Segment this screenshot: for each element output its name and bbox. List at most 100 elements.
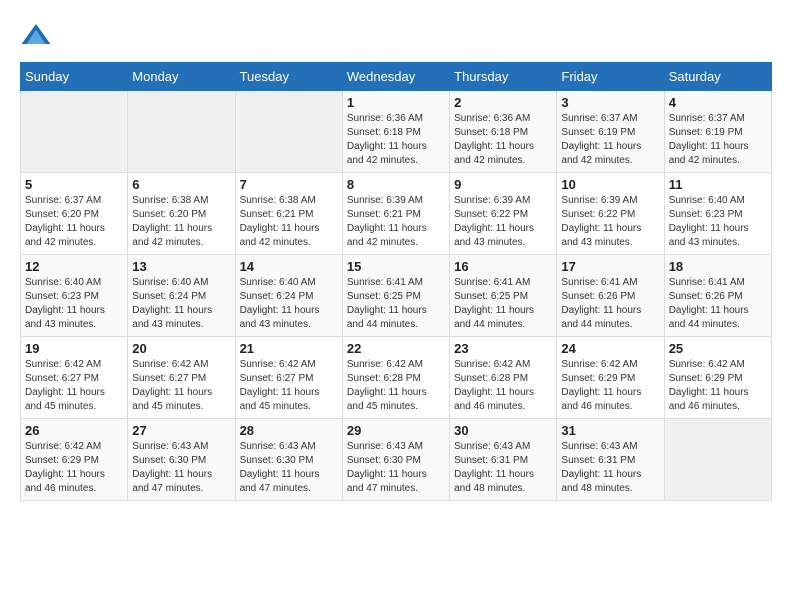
calendar-cell: 9 Sunrise: 6:39 AM Sunset: 6:22 PM Daylig… [450,173,557,255]
calendar-cell [235,91,342,173]
calendar-cell: 13 Sunrise: 6:40 AM Sunset: 6:24 PM Dayli… [128,255,235,337]
day-number: 20 [132,341,230,356]
day-number: 17 [561,259,659,274]
day-number: 3 [561,95,659,110]
day-info: Sunrise: 6:39 AM Sunset: 6:21 PM Dayligh… [347,194,445,250]
calendar-cell: 30 Sunrise: 6:43 AM Sunset: 6:31 PM Dayli… [450,419,557,501]
day-info: Sunrise: 6:37 AM Sunset: 6:20 PM Dayligh… [25,194,123,250]
weekday-header-sunday: Sunday [21,63,128,91]
day-number: 13 [132,259,230,274]
day-info: Sunrise: 6:40 AM Sunset: 6:23 PM Dayligh… [669,194,767,250]
day-number: 19 [25,341,123,356]
day-info: Sunrise: 6:41 AM Sunset: 6:25 PM Dayligh… [347,276,445,332]
weekday-header-wednesday: Wednesday [342,63,449,91]
day-number: 14 [240,259,338,274]
day-info: Sunrise: 6:40 AM Sunset: 6:24 PM Dayligh… [132,276,230,332]
calendar-cell: 23 Sunrise: 6:42 AM Sunset: 6:28 PM Dayli… [450,337,557,419]
calendar-cell: 19 Sunrise: 6:42 AM Sunset: 6:27 PM Dayli… [21,337,128,419]
calendar-week-2: 5 Sunrise: 6:37 AM Sunset: 6:20 PM Daylig… [21,173,772,255]
day-info: Sunrise: 6:41 AM Sunset: 6:26 PM Dayligh… [561,276,659,332]
day-info: Sunrise: 6:43 AM Sunset: 6:31 PM Dayligh… [454,440,552,496]
calendar-cell: 24 Sunrise: 6:42 AM Sunset: 6:29 PM Dayli… [557,337,664,419]
calendar-week-1: 1 Sunrise: 6:36 AM Sunset: 6:18 PM Daylig… [21,91,772,173]
weekday-row: SundayMondayTuesdayWednesdayThursdayFrid… [21,63,772,91]
calendar-cell: 16 Sunrise: 6:41 AM Sunset: 6:25 PM Dayli… [450,255,557,337]
weekday-header-tuesday: Tuesday [235,63,342,91]
day-number: 24 [561,341,659,356]
day-info: Sunrise: 6:37 AM Sunset: 6:19 PM Dayligh… [669,112,767,168]
calendar-cell: 6Sunrise: 6:38 AM Sunset: 6:20 PM Daylig… [128,173,235,255]
day-number: 22 [347,341,445,356]
calendar-week-3: 12Sunrise: 6:40 AM Sunset: 6:23 PM Dayli… [21,255,772,337]
calendar-cell: 26Sunrise: 6:42 AM Sunset: 6:29 PM Dayli… [21,419,128,501]
calendar-cell: 10 Sunrise: 6:39 AM Sunset: 6:22 PM Dayli… [557,173,664,255]
day-info: Sunrise: 6:37 AM Sunset: 6:19 PM Dayligh… [561,112,659,168]
day-number: 21 [240,341,338,356]
day-number: 5 [25,177,123,192]
calendar-table: SundayMondayTuesdayWednesdayThursdayFrid… [20,62,772,501]
weekday-header-thursday: Thursday [450,63,557,91]
day-info: Sunrise: 6:42 AM Sunset: 6:28 PM Dayligh… [454,358,552,414]
day-number: 4 [669,95,767,110]
day-number: 28 [240,423,338,438]
day-number: 10 [561,177,659,192]
calendar-cell: 21 Sunrise: 6:42 AM Sunset: 6:27 PM Dayli… [235,337,342,419]
logo [20,20,56,52]
day-number: 26 [25,423,123,438]
calendar-cell: 3 Sunrise: 6:37 AM Sunset: 6:19 PM Daylig… [557,91,664,173]
day-info: Sunrise: 6:43 AM Sunset: 6:31 PM Dayligh… [561,440,659,496]
day-info: Sunrise: 6:42 AM Sunset: 6:27 PM Dayligh… [240,358,338,414]
day-info: Sunrise: 6:40 AM Sunset: 6:23 PM Dayligh… [25,276,123,332]
calendar-cell: 27Sunrise: 6:43 AM Sunset: 6:30 PM Dayli… [128,419,235,501]
day-info: Sunrise: 6:41 AM Sunset: 6:26 PM Dayligh… [669,276,767,332]
day-info: Sunrise: 6:36 AM Sunset: 6:18 PM Dayligh… [347,112,445,168]
day-number: 11 [669,177,767,192]
page-header [20,20,772,52]
day-number: 18 [669,259,767,274]
calendar-cell: 2Sunrise: 6:36 AM Sunset: 6:18 PM Daylig… [450,91,557,173]
calendar-cell: 4 Sunrise: 6:37 AM Sunset: 6:19 PM Daylig… [664,91,771,173]
day-number: 1 [347,95,445,110]
calendar-cell: 12Sunrise: 6:40 AM Sunset: 6:23 PM Dayli… [21,255,128,337]
calendar-week-5: 26Sunrise: 6:42 AM Sunset: 6:29 PM Dayli… [21,419,772,501]
calendar-cell: 22Sunrise: 6:42 AM Sunset: 6:28 PM Dayli… [342,337,449,419]
calendar-cell [664,419,771,501]
calendar-cell: 25Sunrise: 6:42 AM Sunset: 6:29 PM Dayli… [664,337,771,419]
calendar-cell: 28 Sunrise: 6:43 AM Sunset: 6:30 PM Dayli… [235,419,342,501]
day-info: Sunrise: 6:43 AM Sunset: 6:30 PM Dayligh… [132,440,230,496]
calendar-cell: 31 Sunrise: 6:43 AM Sunset: 6:31 PM Dayli… [557,419,664,501]
calendar-cell: 17 Sunrise: 6:41 AM Sunset: 6:26 PM Dayli… [557,255,664,337]
calendar-cell: 29 Sunrise: 6:43 AM Sunset: 6:30 PM Dayli… [342,419,449,501]
calendar-cell: 8Sunrise: 6:39 AM Sunset: 6:21 PM Daylig… [342,173,449,255]
calendar-header: SundayMondayTuesdayWednesdayThursdayFrid… [21,63,772,91]
calendar-cell: 15 Sunrise: 6:41 AM Sunset: 6:25 PM Dayli… [342,255,449,337]
day-info: Sunrise: 6:38 AM Sunset: 6:21 PM Dayligh… [240,194,338,250]
day-number: 6 [132,177,230,192]
weekday-header-saturday: Saturday [664,63,771,91]
day-info: Sunrise: 6:42 AM Sunset: 6:27 PM Dayligh… [132,358,230,414]
day-number: 15 [347,259,445,274]
day-number: 16 [454,259,552,274]
calendar-cell: 18 Sunrise: 6:41 AM Sunset: 6:26 PM Dayli… [664,255,771,337]
day-number: 29 [347,423,445,438]
day-info: Sunrise: 6:39 AM Sunset: 6:22 PM Dayligh… [454,194,552,250]
day-number: 23 [454,341,552,356]
day-info: Sunrise: 6:42 AM Sunset: 6:27 PM Dayligh… [25,358,123,414]
day-info: Sunrise: 6:40 AM Sunset: 6:24 PM Dayligh… [240,276,338,332]
day-info: Sunrise: 6:41 AM Sunset: 6:25 PM Dayligh… [454,276,552,332]
calendar-cell [128,91,235,173]
calendar-cell [21,91,128,173]
day-info: Sunrise: 6:39 AM Sunset: 6:22 PM Dayligh… [561,194,659,250]
calendar-cell: 14 Sunrise: 6:40 AM Sunset: 6:24 PM Dayli… [235,255,342,337]
logo-icon [20,20,52,52]
calendar-cell: 7Sunrise: 6:38 AM Sunset: 6:21 PM Daylig… [235,173,342,255]
day-info: Sunrise: 6:43 AM Sunset: 6:30 PM Dayligh… [347,440,445,496]
day-number: 9 [454,177,552,192]
day-info: Sunrise: 6:42 AM Sunset: 6:29 PM Dayligh… [561,358,659,414]
day-number: 30 [454,423,552,438]
day-number: 31 [561,423,659,438]
day-info: Sunrise: 6:43 AM Sunset: 6:30 PM Dayligh… [240,440,338,496]
calendar-cell: 5 Sunrise: 6:37 AM Sunset: 6:20 PM Daylig… [21,173,128,255]
calendar-cell: 11 Sunrise: 6:40 AM Sunset: 6:23 PM Dayli… [664,173,771,255]
day-number: 2 [454,95,552,110]
